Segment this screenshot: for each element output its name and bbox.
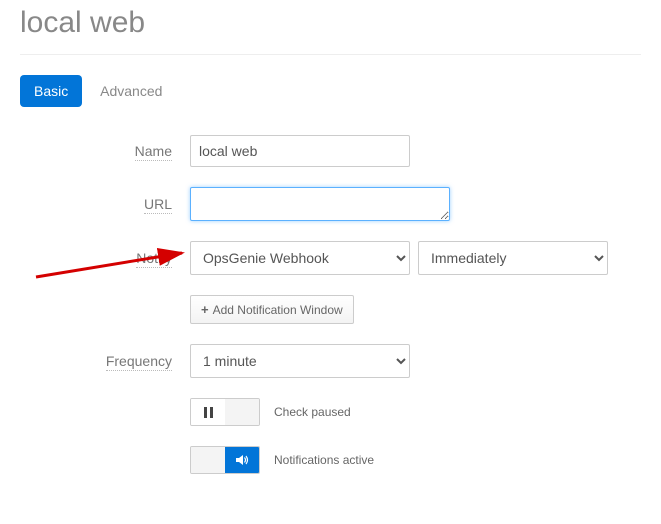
notifications-active-toggle[interactable] [190,446,260,474]
add-notification-window-label: Add Notification Window [213,303,343,317]
row-notify: Notify OpsGenie Webhook Immediately [20,241,641,275]
name-input[interactable] [190,135,410,167]
speaker-icon [235,454,249,466]
row-add-notification: + Add Notification Window [20,295,641,324]
check-paused-toggle[interactable] [190,398,260,426]
row-notifications-active: Notifications active [20,446,641,474]
check-paused-label: Check paused [274,405,351,419]
row-frequency: Frequency 1 minute [20,344,641,378]
tabs: Basic Advanced [20,75,641,107]
notify-when-select[interactable]: Immediately [418,241,608,275]
label-notify: Notify [136,250,172,268]
notify-target-select[interactable]: OpsGenie Webhook [190,241,410,275]
plus-icon: + [201,302,209,317]
frequency-select[interactable]: 1 minute [190,344,410,378]
page-title: local web [20,6,641,40]
notifications-active-label: Notifications active [274,453,374,467]
add-notification-window-button[interactable]: + Add Notification Window [190,295,354,324]
divider [20,54,641,55]
row-url: URL [20,187,641,221]
label-name: Name [135,143,172,161]
tab-basic[interactable]: Basic [20,75,82,107]
label-url: URL [144,196,172,214]
tab-advanced[interactable]: Advanced [86,75,176,107]
url-input[interactable] [190,187,450,221]
row-check-paused: Check paused [20,398,641,426]
row-name: Name [20,135,641,167]
pause-icon [204,407,213,418]
label-frequency: Frequency [106,353,172,371]
